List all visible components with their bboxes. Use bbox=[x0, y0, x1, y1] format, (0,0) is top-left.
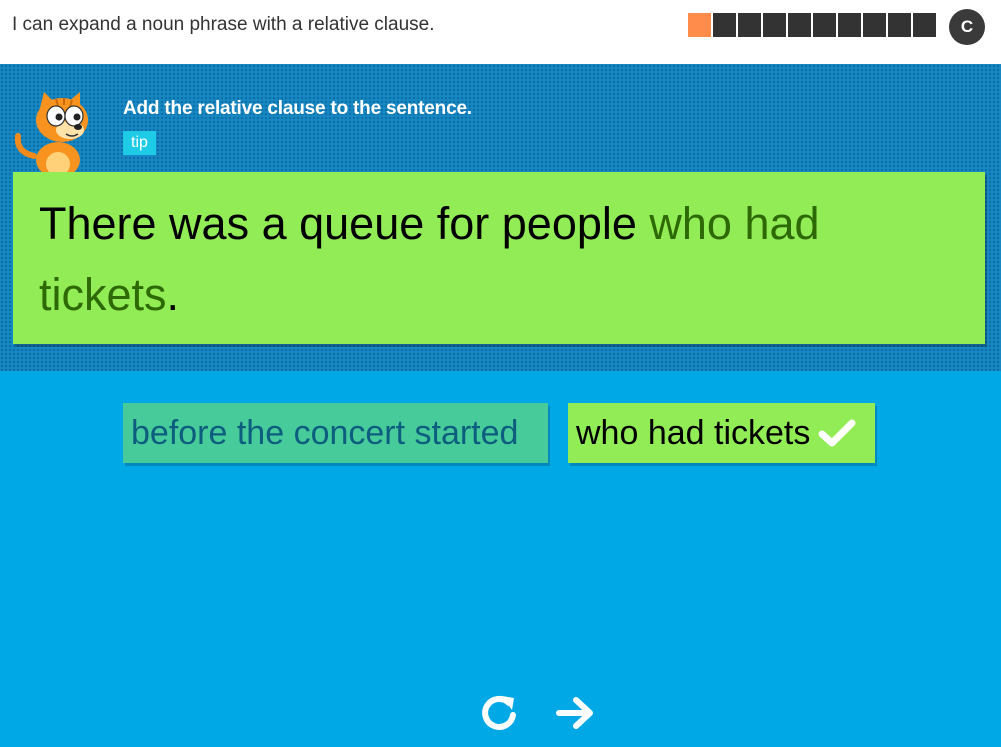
progress-segment bbox=[688, 13, 711, 37]
menu-button[interactable]: C bbox=[949, 9, 985, 45]
bottom-controls bbox=[478, 692, 596, 734]
progress-segment bbox=[813, 13, 836, 37]
check-icon bbox=[818, 419, 856, 447]
progress-segment bbox=[913, 13, 936, 37]
retry-icon[interactable] bbox=[478, 692, 520, 734]
option-label: before the concert started bbox=[131, 414, 519, 452]
header-bar: I can expand a noun phrase with a relati… bbox=[0, 0, 1001, 64]
progress-segment bbox=[788, 13, 811, 37]
sentence-text: There was a queue for people bbox=[39, 198, 650, 249]
progress-segment bbox=[738, 13, 761, 37]
cat-mascot-icon bbox=[14, 92, 88, 182]
progress-segment bbox=[763, 13, 786, 37]
question-instruction: Add the relative clause to the sentence. bbox=[123, 98, 472, 119]
progress-segment bbox=[713, 13, 736, 37]
tip-button[interactable]: tip bbox=[123, 131, 156, 155]
option-who-had-tickets[interactable]: who had tickets bbox=[568, 403, 875, 463]
option-before-the-concert-started[interactable]: before the concert started bbox=[123, 403, 548, 463]
option-label: who had tickets bbox=[576, 414, 811, 452]
progress-bar bbox=[688, 13, 936, 37]
sentence-end: . bbox=[166, 269, 180, 320]
progress-segment bbox=[838, 13, 861, 37]
progress-segment bbox=[863, 13, 886, 37]
progress-segment bbox=[888, 13, 911, 37]
answer-options: before the concert started who had ticke… bbox=[123, 403, 875, 463]
learning-objective: I can expand a noun phrase with a relati… bbox=[12, 14, 435, 35]
sentence-card: There was a queue for people who had tic… bbox=[13, 172, 985, 344]
arrow-right-icon[interactable] bbox=[554, 692, 596, 734]
